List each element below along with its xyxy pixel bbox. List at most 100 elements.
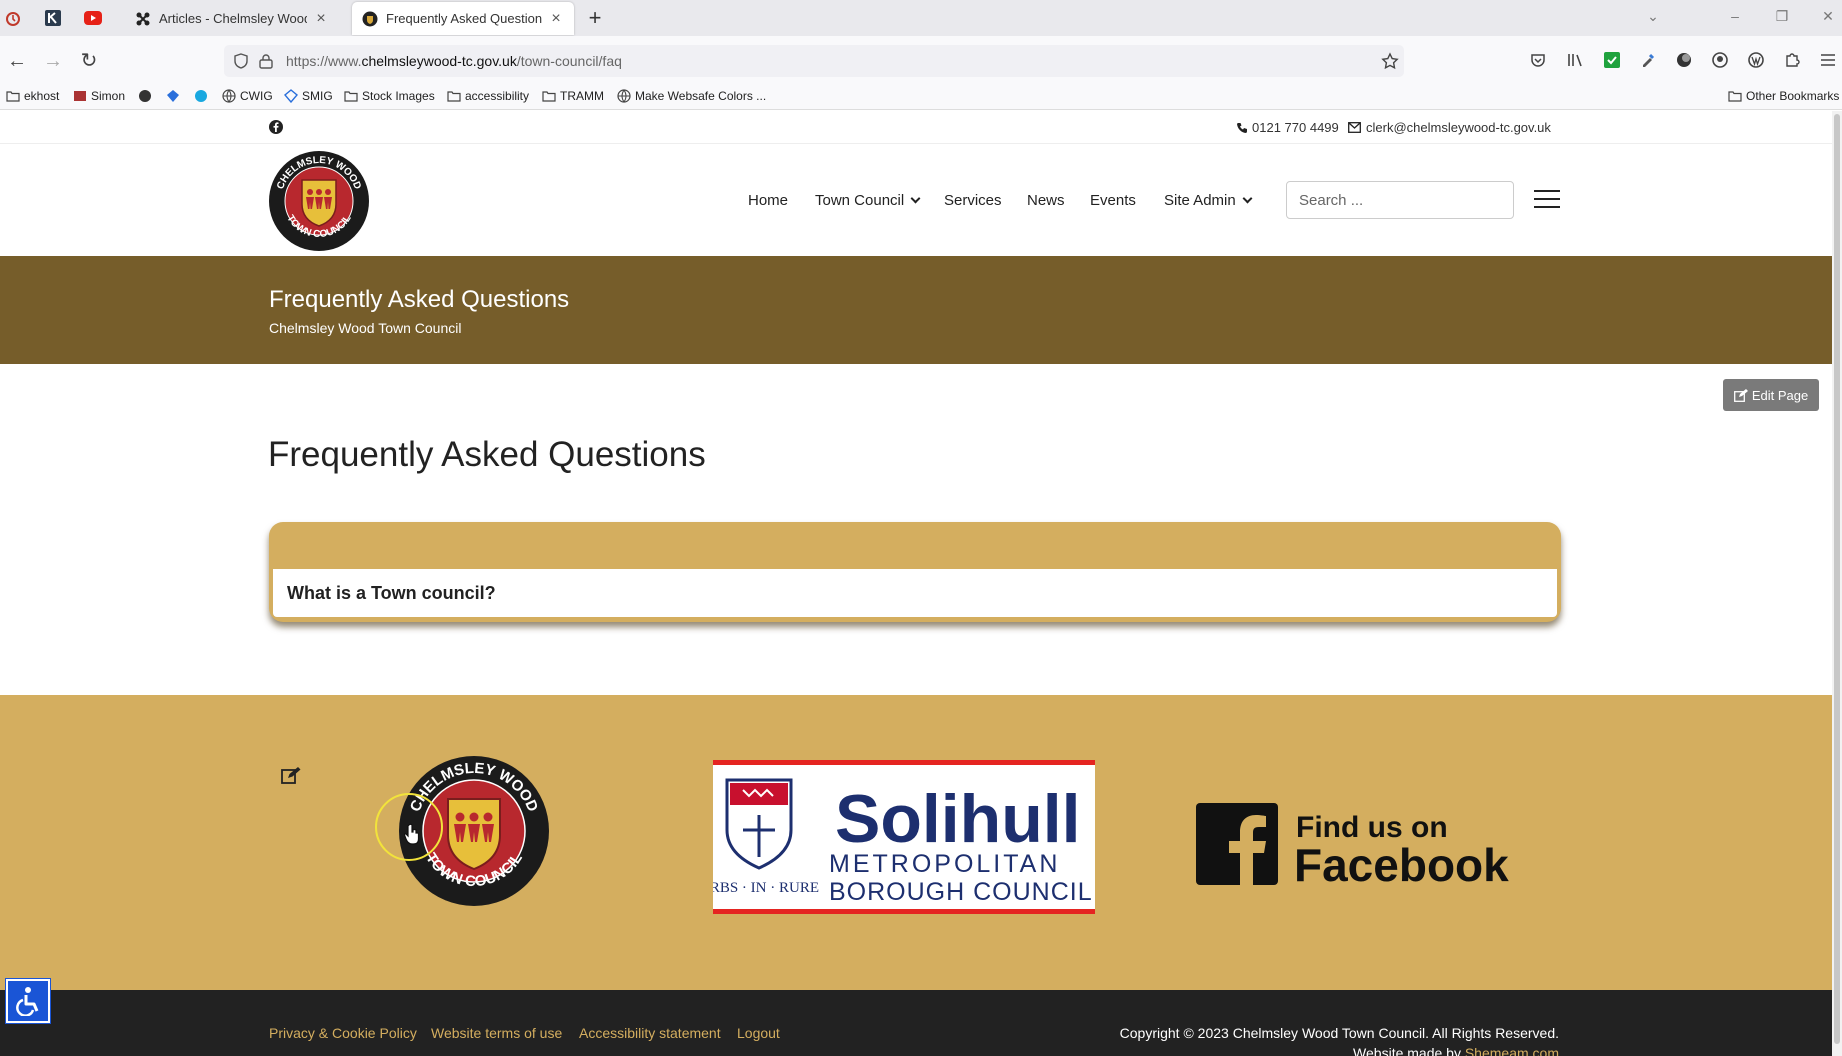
logout-link[interactable]: Logout xyxy=(737,1025,780,1041)
edit-page-button[interactable]: Edit Page xyxy=(1723,379,1819,411)
tab-faq[interactable]: Frequently Asked Questions - C × xyxy=(352,2,574,35)
banner-title: Frequently Asked Questions xyxy=(269,286,570,313)
back-arrow-icon[interactable]: ← xyxy=(4,48,30,74)
faq-accordion: What is a Town council? xyxy=(269,522,1561,622)
bookmark-smig[interactable]: SMIG xyxy=(284,89,333,103)
wordpress-icon[interactable] xyxy=(1745,49,1767,71)
search-input[interactable] xyxy=(1286,181,1514,219)
copyright-text: Copyright © 2023 Chelmsley Wood Town Cou… xyxy=(1119,1025,1559,1041)
address-bar[interactable]: https://www.chelmsleywood-tc.gov.uk/town… xyxy=(224,45,1404,77)
forward-arrow-icon[interactable]: → xyxy=(40,48,66,74)
bookmark-accessibility[interactable]: accessibility xyxy=(447,89,529,103)
globe-icon xyxy=(222,89,236,103)
hand-cursor-icon xyxy=(404,823,420,845)
bookmark-cwig[interactable]: CWIG xyxy=(222,89,273,103)
scrollbar-thumb[interactable] xyxy=(1834,114,1840,1044)
svg-text:URBS · IN · RURE: URBS · IN · RURE xyxy=(713,880,819,896)
accessibility-statement-link[interactable]: Accessibility statement xyxy=(579,1025,721,1041)
pinned-tab-k-icon[interactable] xyxy=(43,8,63,28)
new-tab-plus-icon[interactable]: + xyxy=(584,7,606,30)
edit-module-icon[interactable] xyxy=(281,766,301,786)
page-banner: Frequently Asked Questions Chelmsley Woo… xyxy=(0,256,1832,364)
banner-subtitle: Chelmsley Wood Town Council xyxy=(269,320,462,336)
phone-contact[interactable]: 0121 770 4499 xyxy=(1236,120,1339,135)
bookmark-tramm[interactable]: TRAMM xyxy=(542,89,604,103)
facebook-icon[interactable] xyxy=(269,120,283,134)
bookmark-other[interactable]: Other Bookmarks xyxy=(1728,89,1839,103)
svg-text:BOROUGH COUNCIL: BOROUGH COUNCIL xyxy=(829,878,1093,906)
solihull-council-logo[interactable]: URBS · IN · RURE Solihull METROPOLITAN B… xyxy=(713,760,1095,914)
nav-services[interactable]: Services xyxy=(944,192,1002,209)
nav-news[interactable]: News xyxy=(1027,192,1065,209)
close-window-icon[interactable]: ✕ xyxy=(1815,8,1841,28)
nav-home[interactable]: Home xyxy=(748,192,788,209)
dark-reader-icon[interactable] xyxy=(1673,49,1695,71)
folder-icon xyxy=(447,91,461,102)
pinned-tab-clock-icon[interactable] xyxy=(3,8,23,28)
accessibility-button[interactable] xyxy=(5,978,51,1024)
terms-of-use-link[interactable]: Website terms of use xyxy=(431,1025,562,1041)
browser-tab-bar: Articles - Chelmsley Wood Tow × Frequent… xyxy=(0,0,1842,36)
github-icon[interactable] xyxy=(1709,49,1731,71)
folder-icon xyxy=(6,91,20,102)
faq-question: What is a Town council? xyxy=(287,583,496,603)
bookmark-swirl[interactable] xyxy=(194,89,212,103)
contact-strip: 0121 770 4499 clerk@chelmsleywood-tc.gov… xyxy=(0,111,1832,144)
library-icon[interactable] xyxy=(1565,49,1587,71)
tab-label: Frequently Asked Questions - C xyxy=(386,11,542,26)
checkmark-extension-icon[interactable] xyxy=(1601,49,1623,71)
reload-icon[interactable]: ↻ xyxy=(76,48,102,74)
faq-item[interactable]: What is a Town council? xyxy=(273,569,1557,617)
nav-site-admin[interactable]: Site Admin xyxy=(1164,192,1253,209)
eyedropper-icon[interactable] xyxy=(1637,49,1659,71)
nav-events[interactable]: Events xyxy=(1090,192,1136,209)
app-menu-icon[interactable] xyxy=(1817,49,1839,71)
made-by-link[interactable]: Shemeam.com xyxy=(1465,1045,1559,1056)
site-logo[interactable]: CHELMSLEY WOOD TOWN COUNCIL xyxy=(268,150,370,252)
chevron-down-icon xyxy=(1242,193,1253,203)
nav-town-council[interactable]: Town Council xyxy=(815,192,921,209)
bookmark-diamond[interactable] xyxy=(166,89,184,103)
diamond-icon xyxy=(284,89,298,103)
bookmark-wordpress[interactable] xyxy=(138,89,156,103)
minimize-icon[interactable]: – xyxy=(1722,8,1748,28)
chevron-down-icon xyxy=(910,193,921,203)
bookmarks-bar: ekhost Simon CWIG SMIG Stock Images acce… xyxy=(0,84,1842,110)
bookmark-stock-images[interactable]: Stock Images xyxy=(344,89,435,103)
swirl-icon xyxy=(195,90,207,102)
restore-icon[interactable]: ❐ xyxy=(1769,8,1795,28)
tab-articles[interactable]: Articles - Chelmsley Wood Tow × xyxy=(125,2,339,35)
svg-text:Facebook: Facebook xyxy=(1294,839,1509,885)
wordpress-icon xyxy=(139,90,151,102)
made-by-text: Website made by Shemeam.com xyxy=(1353,1045,1559,1056)
privacy-policy-link[interactable]: Privacy & Cookie Policy xyxy=(269,1025,417,1041)
site-footer: CHELMSLEY WOOD TOWN COUNCIL URBS · IN · … xyxy=(0,695,1832,990)
pocket-icon[interactable] xyxy=(1527,49,1549,71)
pinned-tab-youtube-icon[interactable] xyxy=(83,8,103,28)
page-title: Frequently Asked Questions xyxy=(268,435,706,474)
url-text: https://www.chelmsleywood-tc.gov.uk/town… xyxy=(286,53,622,69)
folder-icon xyxy=(344,91,358,102)
email-contact[interactable]: clerk@chelmsleywood-tc.gov.uk xyxy=(1348,120,1551,135)
bookmark-star-icon[interactable] xyxy=(1381,52,1399,70)
site-favicon-icon xyxy=(362,11,378,26)
extensions-puzzle-icon[interactable] xyxy=(1781,49,1803,71)
hamburger-menu-icon[interactable] xyxy=(1534,190,1560,208)
svg-text:METROPOLITAN: METROPOLITAN xyxy=(829,850,1060,878)
bookmark-websafe-colors[interactable]: Make Websafe Colors ... xyxy=(617,89,766,103)
svg-text:Solihull: Solihull xyxy=(835,781,1081,857)
tab-close-icon[interactable]: × xyxy=(548,10,564,28)
find-us-on-facebook-logo[interactable]: Find us on Facebook xyxy=(1196,803,1512,885)
shield-icon[interactable] xyxy=(233,53,249,69)
tab-close-icon[interactable]: × xyxy=(313,10,329,28)
globe-icon xyxy=(617,89,631,103)
bookmark-favicon-icon xyxy=(74,91,86,101)
bookmark-ekhost[interactable]: ekhost xyxy=(6,89,59,103)
folder-icon xyxy=(542,91,556,102)
bookmark-simon[interactable]: Simon xyxy=(73,89,125,103)
envelope-icon xyxy=(1348,122,1361,133)
wheelchair-icon xyxy=(16,987,39,1016)
tab-list-chevron-icon[interactable]: ⌄ xyxy=(1640,8,1666,28)
lock-icon[interactable] xyxy=(259,53,273,69)
footer-bottom-bar: Privacy & Cookie Policy Website terms of… xyxy=(0,990,1832,1056)
